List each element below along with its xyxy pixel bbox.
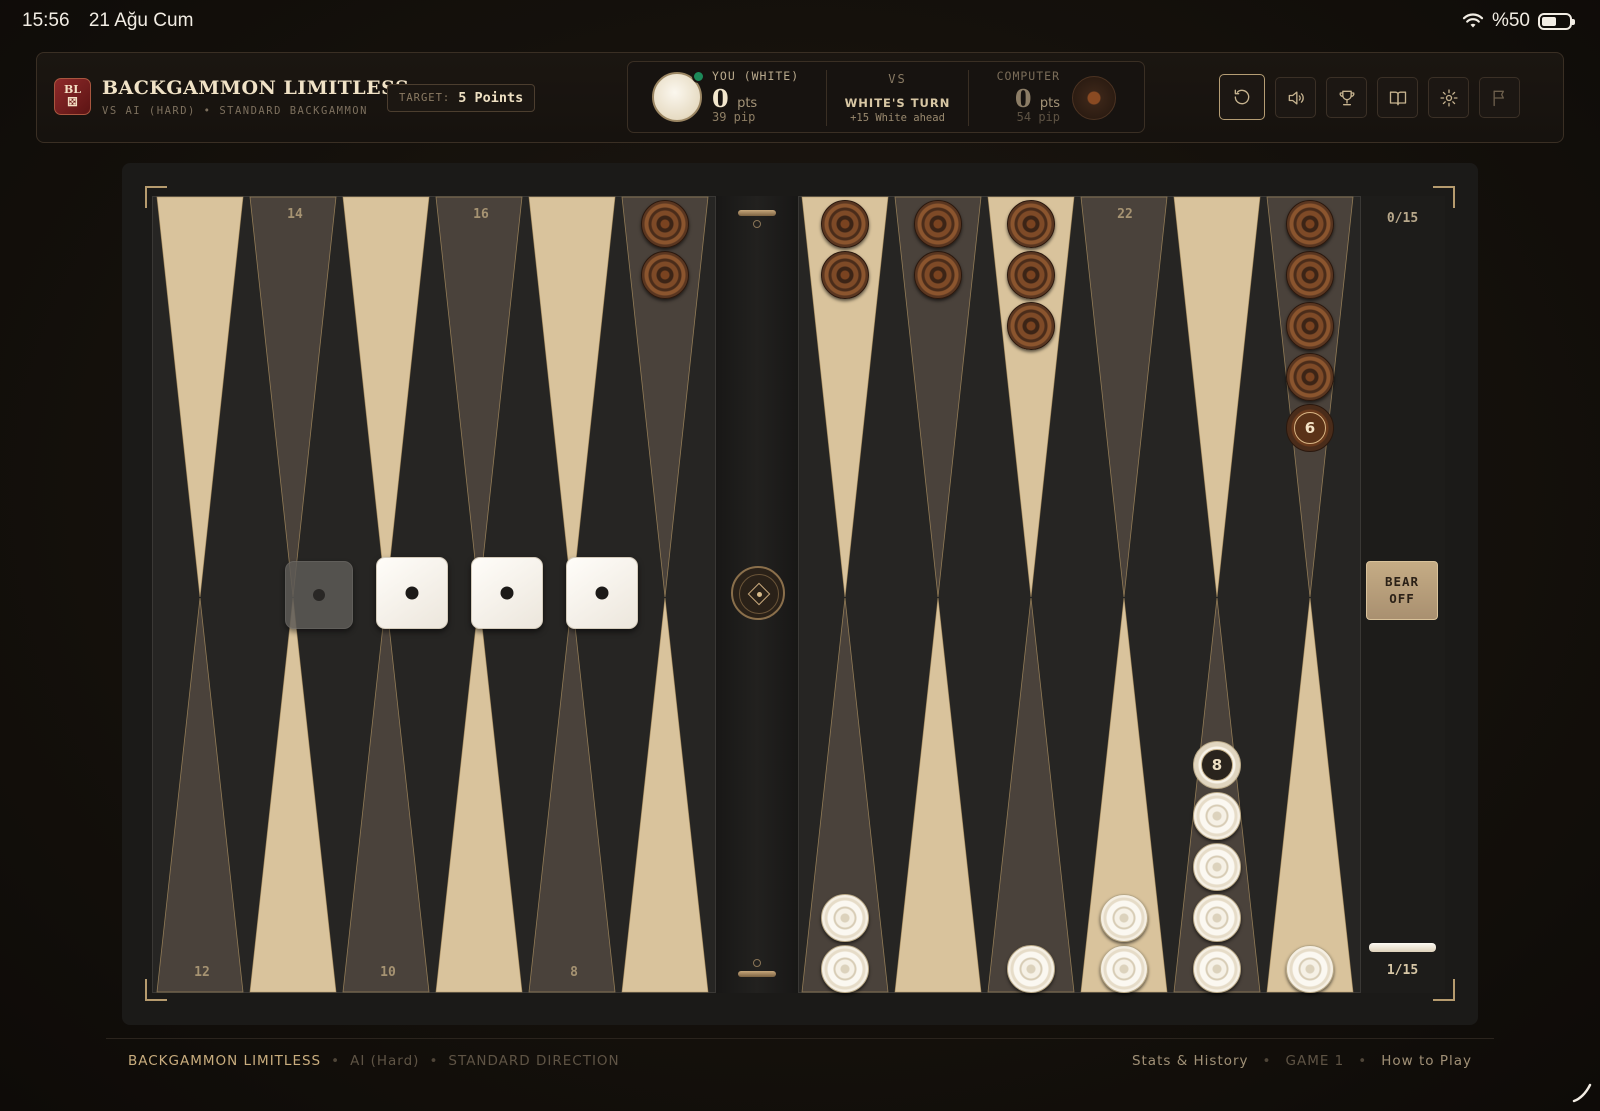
white-checker[interactable] (821, 894, 869, 942)
white-checker[interactable] (1193, 945, 1241, 993)
footer-separator: • (1262, 1053, 1272, 1069)
bear-off-label: BEAR OFF (1384, 574, 1420, 606)
brown-checker (1007, 302, 1055, 350)
footer-separator: • (429, 1053, 439, 1069)
white-checker[interactable] (821, 945, 869, 993)
board-point-top[interactable] (1173, 196, 1261, 598)
computer-borne-off-count: 0/15 (1386, 211, 1419, 226)
white-checker[interactable] (1100, 945, 1148, 993)
bar-emblem-center (757, 592, 762, 597)
point-label: 22 (1117, 207, 1133, 222)
brown-checker (1286, 353, 1334, 401)
bar-emblem (731, 566, 785, 620)
borne-off-white-checker (1369, 943, 1436, 952)
board-point-top[interactable] (342, 196, 430, 598)
board-point-bottom[interactable] (249, 597, 337, 993)
board-point-bottom[interactable] (621, 597, 709, 993)
die-pip (313, 589, 325, 601)
die-pip (595, 586, 609, 600)
die[interactable] (471, 557, 543, 629)
brown-checker: 6 (1286, 404, 1334, 452)
point-label: 10 (380, 965, 396, 980)
board-point-top[interactable] (249, 196, 337, 598)
board-point-bottom[interactable] (342, 597, 430, 993)
used-die[interactable] (285, 561, 353, 629)
board-point-bottom[interactable] (1266, 597, 1354, 993)
white-checker[interactable] (1100, 894, 1148, 942)
board-corner-ornament (145, 979, 167, 1001)
brown-checker (1286, 302, 1334, 350)
die[interactable] (376, 557, 448, 629)
footer-separator: • (1358, 1053, 1368, 1069)
brown-checker (914, 200, 962, 248)
bear-off-button[interactable]: BEAR OFF (1366, 561, 1438, 620)
die[interactable] (566, 557, 638, 629)
board-point-bottom[interactable] (435, 597, 523, 993)
board-point-bottom[interactable] (156, 597, 244, 993)
point-label: 12 (194, 965, 210, 980)
point-label: 8 (570, 965, 578, 980)
brown-checker (1007, 251, 1055, 299)
bar-hinge-top (753, 220, 761, 228)
die-pip (500, 586, 514, 600)
point-label: 16 (473, 207, 489, 222)
bar-hinge-bottom (753, 959, 761, 967)
footer-left: BACKGAMMON LIMITLESS • AI (Hard) • STANDARD … (128, 1053, 620, 1069)
white-checker[interactable] (1007, 945, 1055, 993)
footer-right: Stats & History • GAME 1 • How to Play (1132, 1053, 1472, 1069)
bar-handle-bottom (738, 971, 776, 977)
bar-handle-top (738, 210, 776, 216)
board-point-top[interactable] (156, 196, 244, 598)
board-point-top[interactable] (435, 196, 523, 598)
footer-mode: AI (Hard) (350, 1053, 420, 1069)
brown-checker (1007, 200, 1055, 248)
board-point-bottom[interactable] (894, 597, 982, 993)
footer-brand: BACKGAMMON LIMITLESS (128, 1053, 322, 1069)
board-point-bottom[interactable] (528, 597, 616, 993)
white-checker[interactable] (1286, 945, 1334, 993)
game-number: GAME 1 (1285, 1053, 1345, 1069)
brown-checker (914, 251, 962, 299)
brown-checker (1286, 200, 1334, 248)
white-checker[interactable] (1193, 894, 1241, 942)
board-point-top[interactable] (1080, 196, 1168, 598)
board-corner-ornament (1433, 979, 1455, 1001)
pencil-icon[interactable] (1570, 1081, 1594, 1105)
brown-checker (1286, 251, 1334, 299)
player-borne-off-count: 1/15 (1386, 963, 1419, 978)
die-pip (405, 586, 419, 600)
white-checker[interactable] (1193, 792, 1241, 840)
brown-checker (641, 200, 689, 248)
white-checker[interactable] (1193, 843, 1241, 891)
footer-direction: STANDARD DIRECTION (448, 1053, 620, 1069)
footer-separator: • (331, 1053, 341, 1069)
center-bar (715, 196, 799, 993)
board-point-bottom[interactable] (987, 597, 1075, 993)
board-point-top[interactable] (528, 196, 616, 598)
brown-checker (821, 200, 869, 248)
checker-stack-count: 8 (1201, 749, 1233, 781)
stats-history-link[interactable]: Stats & History (1132, 1053, 1249, 1069)
footer-divider (106, 1038, 1494, 1039)
board-corner-ornament (145, 186, 167, 208)
how-to-play-link[interactable]: How to Play (1381, 1053, 1472, 1069)
checker-stack-count: 6 (1294, 412, 1326, 444)
board-corner-ornament (1433, 186, 1455, 208)
white-checker[interactable]: 8 (1193, 741, 1241, 789)
point-label: 14 (287, 207, 303, 222)
brown-checker (641, 251, 689, 299)
brown-checker (821, 251, 869, 299)
